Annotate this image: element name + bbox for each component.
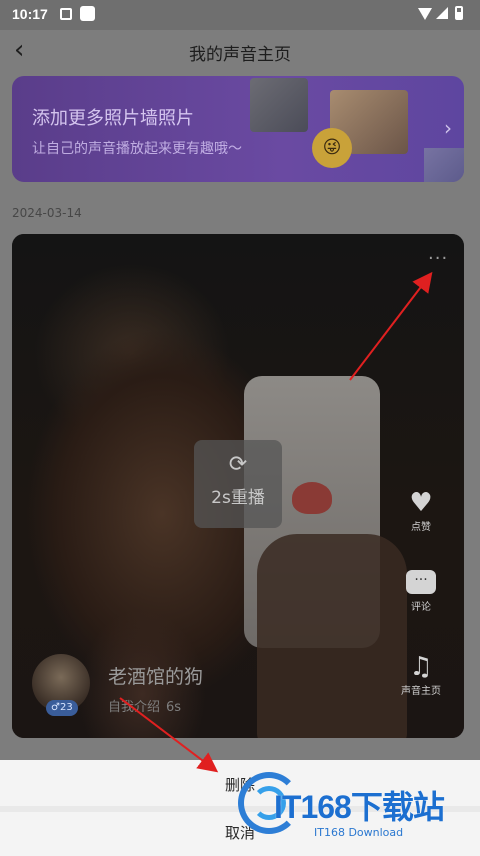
comment-button[interactable]: ··· 评论 (396, 570, 446, 613)
music-note-icon: ♫ (409, 652, 433, 682)
voice-home-label: 声音主页 (401, 686, 441, 697)
watermark-brand: IT168下载站 (274, 789, 445, 825)
avatar-badge: ♂23 (46, 700, 78, 716)
banner-photo (250, 78, 308, 132)
like-button[interactable]: ♥ 点赞 (396, 488, 446, 533)
watermark-logo: IT168下载站 IT168 Download (236, 766, 474, 846)
photo-wall-banner[interactable]: 😜 添加更多照片墙照片 让自己的声音播放起来更有趣哦～ › (12, 76, 464, 182)
status-bar: 10:17 (0, 0, 480, 30)
like-label: 点赞 (411, 522, 431, 533)
voice-post-card[interactable]: ··· ⟳ 2s重播 ♥ 点赞 ··· 评论 ♫ 声音主页 ♂23 老酒馆的狗 … (12, 234, 464, 738)
emoji-icon: 😜 (312, 128, 352, 168)
watermark-sub: IT168 Download (314, 826, 404, 839)
notification-icon (60, 8, 72, 20)
comment-label: 评论 (411, 602, 431, 613)
banner-title: 添加更多照片墙照片 (32, 108, 194, 129)
notification-icon (80, 6, 95, 21)
signal-icon (436, 7, 448, 19)
replay-icon: ⟳ (228, 452, 248, 477)
page-title: 我的声音主页 (189, 45, 291, 65)
wifi-icon (418, 8, 432, 20)
voice-home-button[interactable]: ♫ 声音主页 (396, 652, 446, 697)
app-header: ‹ 我的声音主页 (0, 30, 480, 74)
banner-photo (424, 148, 464, 182)
status-time: 10:17 (12, 6, 48, 22)
intro-label: 自我介绍 (108, 700, 161, 715)
post-date: 2024-03-14 (12, 206, 82, 220)
heart-icon: ♥ (409, 488, 433, 518)
more-icon[interactable]: ··· (428, 248, 448, 269)
username[interactable]: 老酒馆的狗 (108, 662, 203, 689)
battery-icon (455, 6, 463, 20)
avatar[interactable]: ♂23 (32, 654, 90, 716)
post-photo-hand (257, 534, 407, 738)
chevron-right-icon: › (444, 116, 452, 140)
comment-icon: ··· (406, 570, 436, 594)
replay-button[interactable]: ⟳ 2s重播 (194, 440, 282, 528)
heart-sticker (292, 482, 332, 514)
intro-row: 自我介绍 6s (108, 696, 181, 715)
replay-label: 2s重播 (211, 488, 265, 508)
banner-subtitle: 让自己的声音播放起来更有趣哦～ (32, 141, 242, 157)
duration: 6s (166, 700, 182, 715)
